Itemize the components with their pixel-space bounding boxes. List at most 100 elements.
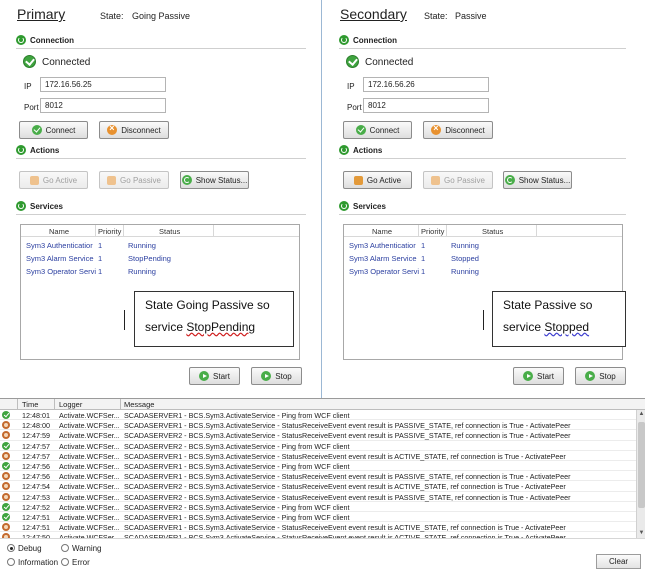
connection-section-icon — [339, 35, 349, 45]
note-line-2: service StopPending — [145, 316, 283, 338]
secondary-port-field[interactable] — [363, 98, 489, 113]
log-row[interactable]: 12:48:00 Activate.WCFSer... SCADASERVER1 -… — [0, 420, 636, 431]
primary-services-header: Services — [30, 202, 63, 211]
note-line-2: service Stopped — [503, 316, 615, 338]
button-label: Go Active — [42, 175, 78, 185]
log-message: SCADASERVER1 - BCS.Sym3.ActivateService … — [124, 421, 571, 431]
secondary-start-button[interactable]: Start — [513, 367, 564, 385]
primary-disconnect-button[interactable]: Disconnect — [99, 121, 169, 139]
col-separator — [54, 399, 55, 410]
service-row[interactable]: Sym3 Operator Servi 1 Running — [21, 265, 299, 277]
actions-section-icon — [16, 145, 26, 155]
service-row[interactable]: Sym3 Authenticatior 1 Running — [344, 239, 622, 251]
scroll-thumb[interactable] — [638, 422, 645, 508]
primary-port-field[interactable] — [40, 98, 166, 113]
show-status-icon — [181, 175, 192, 185]
primary-connection-header: Connection — [30, 36, 74, 45]
button-label: Start — [213, 371, 230, 381]
log-row[interactable]: 12:47:51 Activate.WCFSer... SCADASERVER1 -… — [0, 512, 636, 523]
log-col-message: Message — [124, 400, 155, 409]
col-separator — [446, 225, 447, 237]
col-separator — [120, 399, 121, 410]
error-label: Error — [72, 558, 90, 567]
log-row[interactable]: 12:47:52 Activate.WCFSer... SCADASERVER2 -… — [0, 502, 636, 512]
service-priority: 1 — [98, 254, 103, 263]
service-row[interactable]: Sym3 Alarm Service 1 StopPending — [21, 252, 299, 264]
col-name: Name — [372, 227, 393, 236]
log-message: SCADASERVER1 - BCS.Sym3.ActivateService … — [124, 513, 350, 522]
log-filter-bar: Debug Warning Information Error Clear — [0, 538, 645, 570]
service-row[interactable]: Sym3 Authenticatior 1 Running — [21, 239, 299, 251]
log-grid[interactable]: Time Logger Message 12:48:01 Activate.WCF… — [0, 398, 645, 538]
log-row[interactable]: 12:47:59 Activate.WCFSer... SCADASERVER2 -… — [0, 430, 636, 441]
debug-radio[interactable] — [7, 544, 15, 552]
log-time: 12:47:59 — [22, 431, 50, 441]
button-label: Stop — [275, 371, 292, 381]
service-row[interactable]: Sym3 Operator Servi 1 Running — [344, 265, 622, 277]
secondary-disconnect-button[interactable]: Disconnect — [423, 121, 493, 139]
note-text: service — [145, 320, 187, 334]
service-name: Sym3 Operator Servi — [349, 267, 419, 276]
col-name: Name — [49, 227, 70, 236]
col-separator — [536, 225, 537, 237]
error-radio[interactable] — [61, 558, 69, 566]
log-row[interactable]: 12:47:56 Activate.WCFSer... SCADASERVER1 -… — [0, 461, 636, 472]
col-separator — [95, 225, 96, 237]
log-row[interactable]: 12:47:57 Activate.WCFSer... SCADASERVER1 -… — [0, 451, 636, 461]
stop-icon — [585, 371, 596, 381]
debug-level-icon — [2, 482, 10, 491]
service-status: Running — [128, 241, 156, 250]
button-label: Disconnect — [445, 125, 485, 135]
button-label: Show Status... — [518, 175, 571, 185]
secondary-port-label: Port — [347, 103, 362, 112]
service-row[interactable]: Sym3 Alarm Service 1 Stopped — [344, 252, 622, 264]
debug-level-icon — [2, 472, 10, 481]
log-logger: Activate.WCFSer... — [59, 502, 119, 512]
primary-actions-header: Actions — [30, 146, 60, 155]
note-line-1: State Passive so — [503, 298, 593, 312]
secondary-go-active-button[interactable]: Go Active — [343, 171, 412, 189]
note-text: service — [503, 320, 545, 334]
secondary-actions-header: Actions — [353, 146, 383, 155]
text-cursor — [483, 310, 484, 330]
log-message: SCADASERVER1 - BCS.Sym3.ActivateService … — [124, 411, 350, 420]
scroll-down-icon[interactable]: ▼ — [638, 530, 645, 537]
primary-connect-button[interactable]: Connect — [19, 121, 88, 139]
divider — [339, 158, 626, 159]
log-message: SCADASERVER2 - BCS.Sym3.ActivateService … — [124, 431, 571, 441]
information-label: Information — [18, 558, 59, 567]
log-logger: Activate.WCFSer... — [59, 411, 119, 420]
secondary-connect-button[interactable]: Connect — [343, 121, 412, 139]
log-message: SCADASERVER2 - BCS.Sym3.ActivateService … — [124, 492, 571, 502]
secondary-stop-button[interactable]: Stop — [575, 367, 626, 385]
log-logger: Activate.WCFSer... — [59, 482, 119, 492]
service-status: Running — [128, 267, 156, 276]
primary-show-status-button[interactable]: Show Status... — [180, 171, 249, 189]
scroll-up-icon[interactable]: ▲ — [638, 411, 645, 418]
warning-radio[interactable] — [61, 544, 69, 552]
primary-ip-field[interactable] — [40, 77, 166, 92]
primary-go-active-button[interactable]: Go Active — [19, 171, 88, 189]
secondary-ip-field[interactable] — [363, 77, 489, 92]
log-row[interactable]: 12:47:54 Activate.WCFSer... SCADASERVER2 -… — [0, 481, 636, 492]
primary-stop-button[interactable]: Stop — [251, 367, 302, 385]
secondary-go-passive-button[interactable]: Go Passive — [423, 171, 493, 189]
play-icon — [199, 371, 210, 381]
log-row[interactable]: 12:48:01 Activate.WCFSer... SCADASERVER1 -… — [0, 410, 636, 421]
information-radio[interactable] — [7, 558, 15, 566]
note-status-text: Stopped — [544, 320, 590, 334]
primary-start-button[interactable]: Start — [189, 367, 240, 385]
secondary-show-status-button[interactable]: Show Status... — [503, 171, 572, 189]
clear-button[interactable]: Clear — [596, 554, 641, 569]
log-row[interactable]: 12:47:51 Activate.WCFSer... SCADASERVER1 -… — [0, 522, 636, 533]
log-row[interactable]: 12:47:53 Activate.WCFSer... SCADASERVER2 -… — [0, 492, 636, 502]
button-label: Go Passive — [120, 175, 161, 185]
log-scrollbar[interactable]: ▲ ▼ — [636, 410, 645, 538]
primary-ip-label: IP — [24, 82, 32, 91]
log-time: 12:48:01 — [22, 411, 50, 420]
log-row[interactable]: 12:47:57 Activate.WCFSer... SCADASERVER2 -… — [0, 441, 636, 451]
log-time: 12:47:52 — [22, 502, 50, 512]
log-row[interactable]: 12:47:56 Activate.WCFSer... SCADASERVER1 -… — [0, 471, 636, 482]
primary-go-passive-button[interactable]: Go Passive — [99, 171, 169, 189]
debug-label: Debug — [18, 544, 42, 553]
